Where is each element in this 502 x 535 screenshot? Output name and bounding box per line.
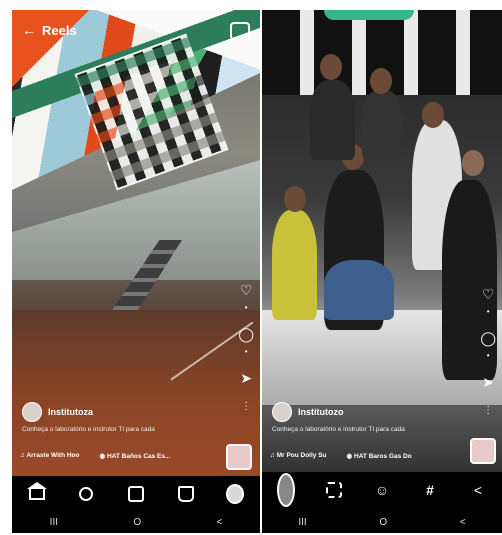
reels-icon[interactable] xyxy=(127,485,145,503)
reel-actions: ♡ • ◯ • ➤ ⋮ xyxy=(238,282,254,412)
reel-caption[interactable]: Conheça o laboratório e instrutor TI par… xyxy=(272,426,405,433)
system-navigation: III O < xyxy=(12,511,260,533)
comment-icon[interactable]: ◯ xyxy=(480,330,496,347)
more-icon[interactable]: ⋮ xyxy=(241,401,251,412)
reel-author[interactable]: Institutozo xyxy=(272,402,344,422)
avatar[interactable] xyxy=(22,402,42,422)
preview-thumbnail[interactable] xyxy=(277,473,295,507)
audio-label: Mr Pou Dolly Su xyxy=(276,452,327,459)
reel-tags: ♫ Arraste With Hoo ◉ HAT Baños Cas Es... xyxy=(20,452,170,460)
more-icon[interactable]: ⋮ xyxy=(483,405,493,416)
like-count-icon: • xyxy=(486,307,490,316)
audio-tag[interactable]: ♫ Arraste With Hoo xyxy=(20,452,79,460)
audio-thumbnail[interactable] xyxy=(226,444,252,470)
audio-label: Arraste With Hoo xyxy=(26,452,80,459)
audio-thumbnail[interactable] xyxy=(470,438,496,464)
shop-icon[interactable] xyxy=(177,485,195,503)
reel-author[interactable]: Institutoza xyxy=(22,402,93,422)
audio-tag[interactable]: ♫ Mr Pou Dolly Su xyxy=(270,452,327,460)
sticker-icon[interactable]: ☺ xyxy=(373,481,391,499)
back-button[interactable]: < xyxy=(216,517,222,528)
share-icon[interactable]: < xyxy=(469,481,487,499)
location-label: HAT Baños Cas Es... xyxy=(106,453,171,460)
home-button[interactable]: O xyxy=(379,517,387,528)
send-icon[interactable]: ➤ xyxy=(240,370,252,387)
reel-actions: ♡ • ◯ • ➤ ⋮ xyxy=(480,286,496,416)
location-label: HAT Baros Gas Do xyxy=(354,453,412,460)
reel-tags: ♫ Mr Pou Dolly Su ◉ HAT Baros Gas Do xyxy=(270,452,412,460)
bottom-navigation xyxy=(12,476,260,512)
reels-header: ← Reels xyxy=(22,22,77,38)
system-navigation: III O < xyxy=(262,511,502,533)
like-icon[interactable]: ♡ xyxy=(482,286,495,303)
back-button[interactable]: < xyxy=(460,517,466,528)
like-icon[interactable]: ♡ xyxy=(240,282,253,299)
username[interactable]: Institutoza xyxy=(48,407,93,417)
left-phone-screen: ← Reels ♡ • ◯ • ➤ ⋮ Institutoza Conheça … xyxy=(12,10,260,533)
recents-button[interactable]: III xyxy=(298,517,306,528)
comment-count-icon: • xyxy=(486,351,490,360)
text-icon[interactable]: # xyxy=(421,481,439,499)
crop-icon[interactable] xyxy=(325,481,343,499)
avatar[interactable] xyxy=(272,402,292,422)
search-icon[interactable] xyxy=(77,485,95,503)
reel-caption[interactable]: Conheça o laboratório e instrutor TI par… xyxy=(22,426,155,433)
like-count-icon: • xyxy=(244,303,248,312)
camera-icon[interactable] xyxy=(230,22,250,40)
location-tag[interactable]: ◉ HAT Baros Gas Do xyxy=(347,452,412,460)
home-button[interactable]: O xyxy=(133,517,141,528)
comment-icon[interactable]: ◯ xyxy=(238,326,254,343)
profile-icon[interactable] xyxy=(226,484,245,504)
back-arrow-icon[interactable]: ← xyxy=(22,22,36,38)
edit-toolbar: ☺ # < xyxy=(262,472,502,508)
location-tag[interactable]: ◉ HAT Baños Cas Es... xyxy=(99,452,170,460)
comment-count-icon: • xyxy=(244,347,248,356)
right-phone-screen: ♡ • ◯ • ➤ ⋮ Institutozo Conheça o labora… xyxy=(262,10,502,533)
home-icon[interactable] xyxy=(26,482,47,503)
username[interactable]: Institutozo xyxy=(298,407,344,417)
recents-button[interactable]: III xyxy=(50,517,58,528)
send-icon[interactable]: ➤ xyxy=(482,374,494,391)
page-title: Reels xyxy=(42,22,77,38)
